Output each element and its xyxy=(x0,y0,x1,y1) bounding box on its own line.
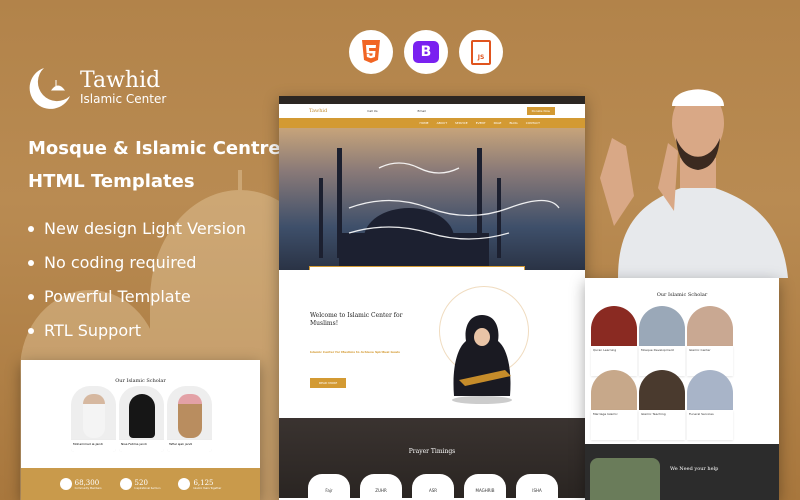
service-title: Marriage Islamic xyxy=(591,410,637,440)
stat-value: 520 xyxy=(134,478,148,487)
stat-item: 520 Inspirational Sermon xyxy=(119,478,161,490)
nav-item[interactable]: SERVICE xyxy=(455,121,468,125)
nav-item[interactable]: ABOUT xyxy=(437,121,447,125)
help-title: We Need your help xyxy=(670,466,719,472)
prayer-title: Prayer Timings xyxy=(408,448,456,455)
nav-item[interactable]: CONTACT xyxy=(526,121,540,125)
email-label: Email xyxy=(417,109,426,113)
crescent-mosque-icon xyxy=(29,68,70,109)
mosque-calligraphy-image xyxy=(319,148,560,270)
scholar-name: Tafiel ajak jandi xyxy=(167,440,212,452)
stat-label: Community Members xyxy=(74,486,102,490)
stats-band: 68,300 Community Members 520 Inspirational… xyxy=(21,468,260,500)
stat-label: Islamic Years Together xyxy=(193,486,222,490)
services-preview-right: Our Islamic Scholar Quran Learning Mosqu… xyxy=(585,278,779,500)
stat-item: 68,300 Community Members xyxy=(59,478,102,490)
crescent-icon xyxy=(119,478,132,490)
scholar-preview-left: Our Islamic Scholar Mohammad al-Jandi Ni… xyxy=(21,360,260,500)
section-title: Our Islamic Scholar xyxy=(115,378,166,384)
bootstrap-letter: B xyxy=(413,41,439,63)
brand-name: Tawhid xyxy=(80,68,161,93)
homepage-preview: Tawhid Call Us Email Donate Now HOME ABOU… xyxy=(279,96,585,500)
praying-man-image xyxy=(600,89,788,278)
scholar-name: Mohammad al-Jandi xyxy=(71,440,116,452)
stat-label: Inspirational Sermon xyxy=(134,486,161,490)
service-card[interactable]: Islamic Center xyxy=(687,306,733,376)
headline: Mosque & Islamic Centre HTML Templates xyxy=(28,132,281,198)
prayer-card: MAGHRIB xyxy=(464,474,506,500)
service-card[interactable]: Funeral Services xyxy=(687,370,733,440)
stat-item: 6,125 Islamic Years Together xyxy=(178,478,221,490)
prayer-card: ASR xyxy=(412,474,454,500)
read-more-button[interactable]: READ MORE xyxy=(310,378,347,388)
stat-value: 68,300 xyxy=(74,478,100,487)
welcome-section: Welcome to Islamic Center for Muslims! I… xyxy=(279,270,585,418)
scholar-card: Nisa Fatima jandi xyxy=(119,386,164,452)
service-image xyxy=(687,370,733,410)
feature-item: No coding required xyxy=(28,246,246,280)
javascript-file-icon: JS xyxy=(459,30,503,74)
prayer-card: ISHA xyxy=(516,474,558,500)
section-title: Our Islamic Scholar xyxy=(656,292,708,298)
scholar-name: Nisa Fatima jandi xyxy=(119,440,164,452)
donate-button[interactable]: Donate Now xyxy=(526,107,555,115)
scholar-photo xyxy=(82,394,105,438)
service-title: Islamic Teaching xyxy=(639,410,685,440)
service-card[interactable]: Quran Learning xyxy=(591,306,637,376)
html5-icon xyxy=(349,30,393,74)
top-bar xyxy=(279,96,585,104)
service-title: Funeral Services xyxy=(687,410,733,440)
service-image xyxy=(591,370,637,410)
welcome-title: Welcome to Islamic Center for Muslims! xyxy=(310,312,403,327)
js-label: JS xyxy=(471,39,491,65)
help-section: We Need your help xyxy=(585,444,779,500)
bootstrap-icon: B xyxy=(404,30,448,74)
feature-item: RTL Support xyxy=(28,314,246,348)
scholar-card: Mohammad al-Jandi xyxy=(71,386,116,452)
scholar-photo xyxy=(177,394,202,438)
feature-item: New design Light Version xyxy=(28,212,246,246)
service-image xyxy=(591,306,637,346)
headline-line2: HTML Templates xyxy=(28,171,195,192)
service-card[interactable]: Marriage Islamic xyxy=(591,370,637,440)
feature-item: Powerful Template xyxy=(28,280,246,314)
call-label: Call Us xyxy=(367,109,378,113)
brand-logo: Tawhid Islamic Center xyxy=(26,66,166,110)
service-image xyxy=(687,306,733,346)
nav-item[interactable]: BLOG xyxy=(509,121,517,125)
nav-item[interactable]: PAGE xyxy=(494,121,502,125)
service-card[interactable]: Mosque Development xyxy=(639,306,685,376)
hero-banner xyxy=(279,128,585,276)
preview-logo[interactable]: Tawhid xyxy=(309,108,327,114)
welcome-subtitle: Islamic Center for Muslims to Achieve Sp… xyxy=(310,350,400,354)
scholar-photo xyxy=(128,394,155,438)
mosque-icon xyxy=(178,478,191,490)
feature-list: New design Light Version No coding requi… xyxy=(28,212,246,348)
brand-tagline: Islamic Center xyxy=(80,92,167,106)
child-reading-quran-image xyxy=(452,315,512,404)
nav-item[interactable]: HOME xyxy=(419,121,428,125)
nav-item[interactable]: EVENT xyxy=(476,121,486,125)
service-image xyxy=(639,306,685,346)
prayer-card: ZUHR xyxy=(360,474,402,500)
preview-nav: HOME ABOUT SERVICE EVENT PAGE BLOG CONTACT xyxy=(279,118,585,128)
preview-header: Tawhid Call Us Email Donate Now xyxy=(279,104,585,118)
community-icon xyxy=(59,478,72,490)
headline-line1: Mosque & Islamic Centre xyxy=(28,138,281,159)
stat-value: 6,125 xyxy=(193,478,214,487)
help-image xyxy=(590,458,660,500)
service-card[interactable]: Islamic Teaching xyxy=(639,370,685,440)
service-image xyxy=(639,370,685,410)
prayer-card: Fajr xyxy=(308,474,350,500)
scholar-card: Tafiel ajak jandi xyxy=(167,386,212,452)
